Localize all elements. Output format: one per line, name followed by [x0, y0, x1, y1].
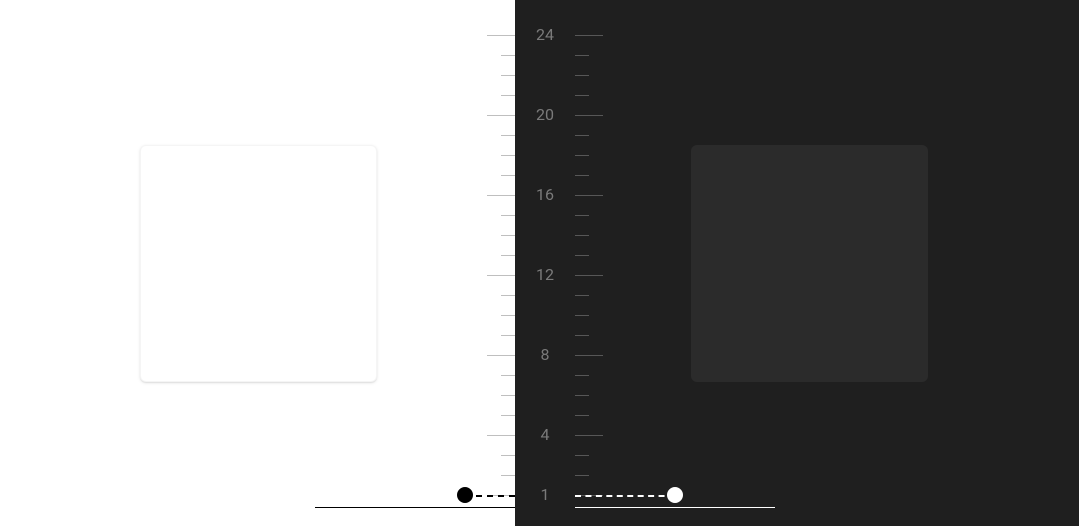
slider-rail-light — [315, 507, 515, 508]
elevation-card-light — [140, 145, 377, 382]
slider-rail-dark — [575, 507, 775, 508]
elevation-diagram: 24201612841 — [0, 0, 1079, 526]
slider-knob-dark[interactable] — [667, 487, 683, 503]
slider-knob-light[interactable] — [457, 487, 473, 503]
slider-dashed-dark — [575, 495, 675, 497]
elevation-card-dark — [691, 145, 928, 382]
